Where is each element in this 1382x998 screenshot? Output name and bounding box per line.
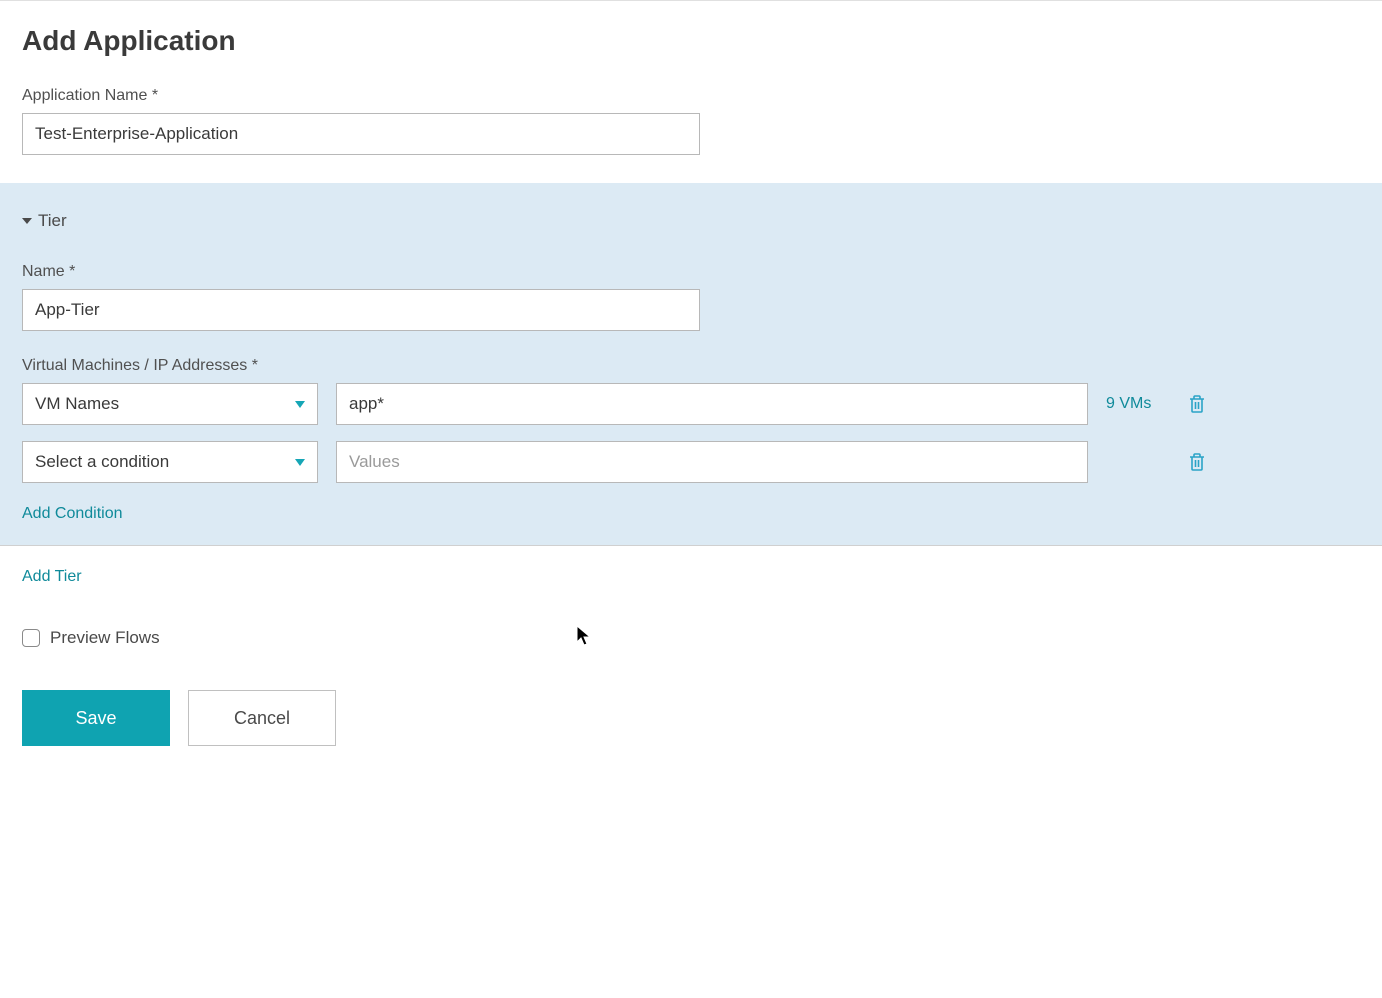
tier-collapse-toggle[interactable]: Tier — [22, 211, 1360, 231]
condition-type-select[interactable]: Select a condition — [22, 441, 318, 483]
condition-value-input[interactable] — [336, 383, 1088, 425]
condition-type-selected: Select a condition — [35, 452, 295, 472]
delete-row-button[interactable] — [1186, 451, 1208, 473]
delete-row-button[interactable] — [1186, 393, 1208, 415]
application-name-label: Application Name * — [22, 87, 1360, 105]
trash-icon — [1188, 452, 1206, 472]
vm-count-label: 9 VMs — [1106, 395, 1168, 413]
chevron-down-icon — [295, 401, 305, 408]
tier-panel: Tier Name * Virtual Machines / IP Addres… — [0, 183, 1382, 546]
save-button[interactable]: Save — [22, 690, 170, 746]
condition-type-selected: VM Names — [35, 394, 295, 414]
page-title: Add Application — [22, 25, 1360, 57]
tier-name-input[interactable] — [22, 289, 700, 331]
add-tier-link[interactable]: Add Tier — [22, 568, 82, 586]
preview-flows-label: Preview Flows — [50, 628, 160, 648]
condition-row: VM Names 9 VMs — [22, 383, 1360, 425]
caret-down-icon — [22, 218, 32, 224]
chevron-down-icon — [295, 459, 305, 466]
condition-row: Select a condition — [22, 441, 1360, 483]
tier-toggle-label: Tier — [38, 211, 67, 231]
vm-ip-label: Virtual Machines / IP Addresses * — [22, 357, 1360, 375]
add-condition-link[interactable]: Add Condition — [22, 505, 123, 523]
condition-value-input[interactable] — [336, 441, 1088, 483]
tier-name-label: Name * — [22, 263, 1360, 281]
preview-flows-checkbox[interactable] — [22, 629, 40, 647]
trash-icon — [1188, 394, 1206, 414]
cancel-button[interactable]: Cancel — [188, 690, 336, 746]
application-name-input[interactable] — [22, 113, 700, 155]
condition-type-select[interactable]: VM Names — [22, 383, 318, 425]
